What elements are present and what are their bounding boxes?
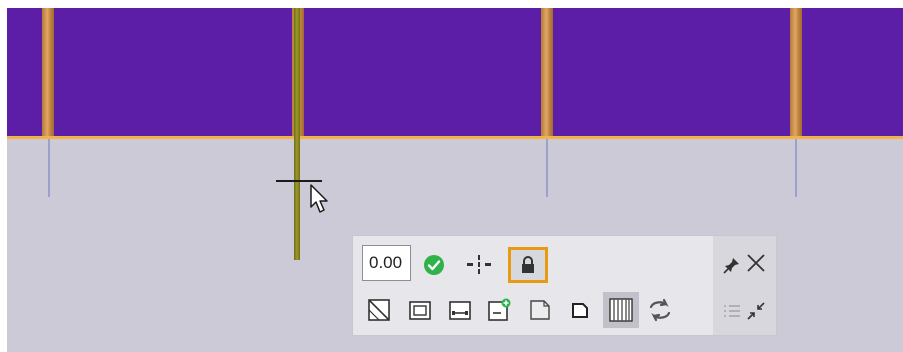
dimension-guide-line — [48, 139, 50, 197]
add-panel-icon[interactable] — [485, 295, 515, 325]
toolbar-side-panel — [713, 236, 776, 335]
wall-post — [790, 8, 802, 136]
checkmark-confirm-icon[interactable] — [419, 250, 449, 280]
floating-edit-toolbar — [352, 235, 777, 336]
wall-panel-region — [7, 8, 903, 136]
rectangle-trim-icon[interactable] — [405, 295, 435, 325]
swap-arrows-icon[interactable] — [645, 295, 675, 325]
close-icon[interactable] — [741, 248, 771, 278]
collapse-arrows-icon[interactable] — [741, 296, 771, 326]
drawing-canvas[interactable] — [7, 8, 903, 352]
wall-corner-diagonal-icon[interactable] — [364, 295, 394, 325]
dimension-guide-line — [546, 139, 548, 197]
hatch-panel-icon[interactable] — [603, 292, 639, 328]
small-panel-icon[interactable] — [565, 295, 595, 325]
dimension-guide-line — [795, 139, 797, 197]
split-line-icon[interactable] — [465, 250, 495, 280]
lock-icon — [522, 256, 534, 273]
lock-button[interactable] — [508, 247, 548, 283]
screen — [0, 0, 903, 352]
end-to-end-icon[interactable] — [445, 295, 475, 325]
wall-post — [541, 8, 553, 136]
crosshair — [276, 180, 322, 182]
wall-post — [42, 8, 54, 136]
selected-beam[interactable] — [294, 8, 300, 260]
panel-page-icon[interactable] — [525, 295, 555, 325]
value-input[interactable] — [362, 245, 411, 281]
mouse-pointer-icon — [310, 184, 328, 213]
wall-edge-line — [7, 136, 903, 139]
